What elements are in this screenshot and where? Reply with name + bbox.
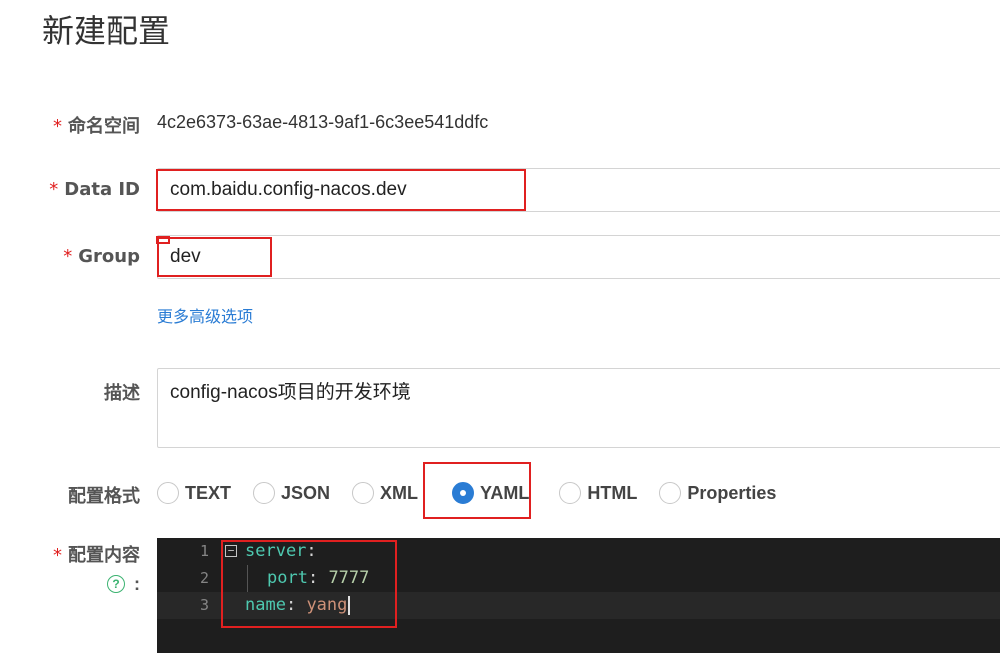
format-label: 配置格式 — [68, 486, 140, 507]
code-editor[interactable]: 1 − server: 2 port: 7777 3 name: yang — [157, 538, 1000, 653]
format-option-yaml[interactable]: YAML — [452, 482, 529, 504]
editor-line: 1 − server: — [157, 538, 1000, 565]
text-cursor — [348, 595, 351, 615]
format-option-text[interactable]: TEXT — [157, 482, 231, 504]
radio-label: YAML — [480, 482, 530, 503]
content-label-colon: : — [134, 574, 140, 594]
description-textarea[interactable]: config-nacos项目的开发环境 — [157, 368, 1000, 448]
group-label-text: Group — [78, 246, 140, 267]
namespace-label-text: 命名空间 — [68, 116, 140, 137]
line-number: 2 — [199, 569, 209, 587]
radio-label: HTML — [587, 482, 638, 503]
radio-label: TEXT — [185, 482, 232, 503]
line-code: name: yang — [245, 592, 351, 619]
data-id-input-value: com.baidu.config-nacos.dev — [170, 179, 407, 200]
radio-label: XML — [380, 482, 419, 503]
help-icon[interactable]: ? — [107, 575, 125, 593]
page-title: 新建配置 — [42, 12, 171, 50]
namespace-value: 4c2e6373-63ae-4813-9af1-6c3ee541ddfc — [157, 112, 489, 132]
format-option-html[interactable]: HTML — [559, 482, 637, 504]
line-code: port: 7777 — [267, 568, 370, 588]
yaml-key: port — [267, 568, 308, 588]
namespace-label: * 命名空间 — [53, 112, 140, 138]
required-marker: * — [63, 246, 73, 267]
description-label: 描述 — [104, 383, 140, 404]
data-id-input[interactable]: com.baidu.config-nacos.dev — [157, 168, 1000, 212]
radio-icon — [659, 482, 682, 504]
required-marker: * — [53, 545, 62, 566]
radio-icon — [253, 482, 276, 504]
radio-icon — [352, 482, 375, 504]
yaml-value: 7777 — [328, 568, 370, 588]
line-code: server: — [245, 541, 317, 561]
required-marker: * — [53, 116, 62, 137]
editor-line: 2 port: 7777 — [157, 565, 1000, 592]
content-label-text: 配置内容 — [68, 545, 140, 566]
yaml-key: name — [245, 595, 286, 615]
data-id-label: * Data ID — [49, 179, 140, 200]
group-input[interactable]: dev — [157, 235, 1000, 279]
radio-label: JSON — [281, 482, 331, 503]
required-marker: * — [49, 179, 59, 200]
radio-label: Properties — [687, 482, 777, 503]
format-radio-group: TEXT JSON XML YAML HTML Properties — [157, 480, 798, 506]
group-label: * Group — [63, 246, 140, 267]
line-number: 3 — [199, 596, 209, 614]
format-option-properties[interactable]: Properties — [659, 482, 776, 504]
editor-line-active: 3 name: yang — [157, 592, 1000, 619]
fold-toggle-icon[interactable]: − — [225, 545, 237, 557]
data-id-label-text: Data ID — [64, 179, 140, 200]
radio-icon — [157, 482, 179, 504]
radio-icon — [559, 482, 582, 504]
format-option-json[interactable]: JSON — [253, 482, 330, 504]
radio-checked-icon — [452, 482, 475, 504]
format-option-xml[interactable]: XML — [352, 482, 418, 504]
yaml-key: server — [245, 541, 307, 561]
group-input-value: dev — [170, 246, 201, 267]
description-value: config-nacos项目的开发环境 — [170, 382, 411, 403]
content-label: * 配置内容 — [53, 541, 140, 567]
advanced-options-link[interactable]: 更多高级选项 — [157, 303, 253, 327]
yaml-value: yang — [306, 595, 348, 615]
line-number: 1 — [199, 542, 209, 560]
